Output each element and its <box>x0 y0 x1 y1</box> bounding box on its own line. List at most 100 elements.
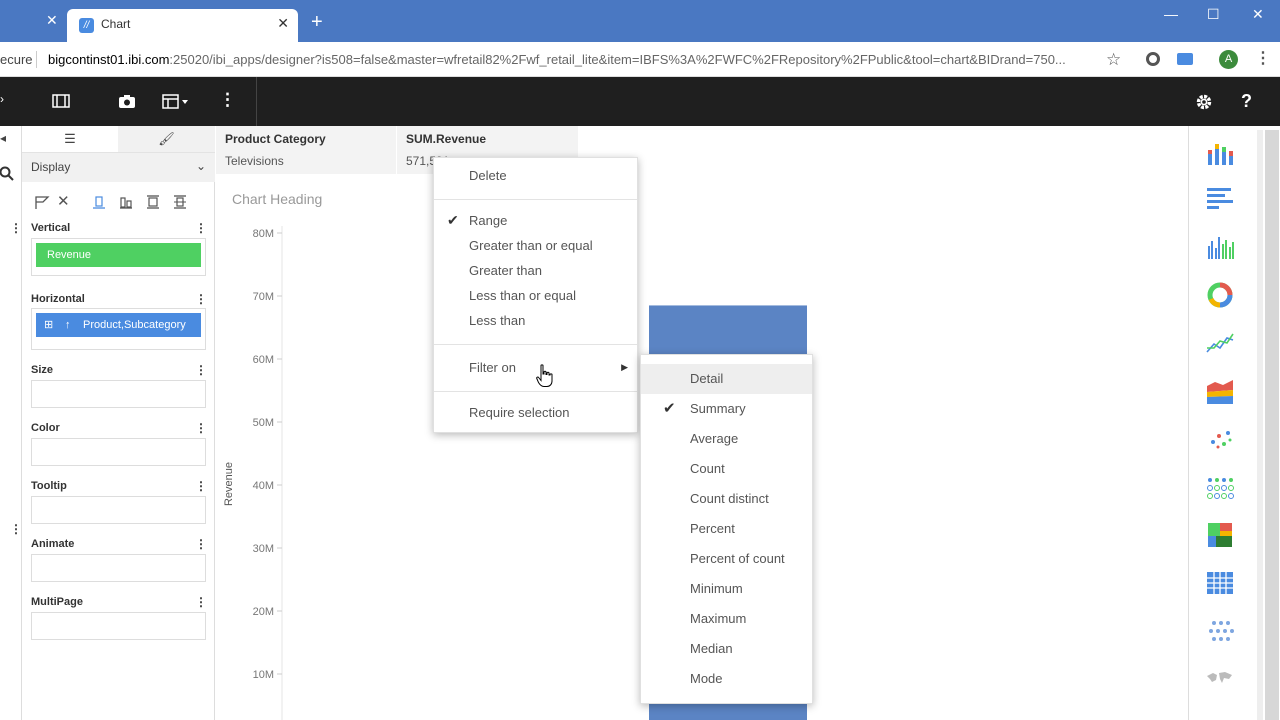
clear-icon[interactable]: ✕ <box>57 192 70 210</box>
area-chart-icon[interactable] <box>1205 376 1235 406</box>
table-grid-icon[interactable] <box>1205 568 1235 598</box>
collapse-arrow-icon[interactable]: ◂ <box>0 131 6 145</box>
menu-item-range[interactable]: ✔ Range <box>434 208 637 233</box>
menu-item-require-selection[interactable]: Require selection <box>434 400 637 425</box>
y-axis-label: Revenue <box>223 461 236 507</box>
prev-tab-close-icon[interactable]: ✕ <box>46 12 58 29</box>
browser-menu-icon[interactable]: ⋮ <box>1255 48 1271 68</box>
chart-heading[interactable]: Chart Heading <box>232 191 322 207</box>
line-chart-icon[interactable] <box>1205 328 1235 358</box>
url-path: :25020/ibi_apps/designer?is508=false&mas… <box>169 52 1066 67</box>
search-icon[interactable] <box>0 166 14 182</box>
size-menu-icon[interactable]: ⋮ <box>195 363 207 377</box>
submenu-item-count-distinct[interactable]: Count distinct <box>641 484 812 514</box>
strip-dots-icon[interactable]: ⋮ <box>10 221 22 235</box>
hierarchy-icon: ⊞ <box>44 319 54 331</box>
layout-dropdown-icon[interactable] <box>162 94 190 109</box>
submenu-item-summary[interactable]: ✔ Summary <box>641 394 812 424</box>
security-label[interactable]: ecure <box>0 52 33 67</box>
multipage-dropzone[interactable] <box>31 612 206 640</box>
align-distribute-icon[interactable] <box>173 194 187 210</box>
tooltip-divider <box>396 126 397 174</box>
tooltip-dropzone[interactable] <box>31 496 206 524</box>
help-icon[interactable]: ? <box>1241 91 1252 112</box>
menu-item-label: Range <box>469 213 508 228</box>
menu-item-greater-than-or-equal[interactable]: Greater than or equal <box>434 233 637 258</box>
tab-query-list[interactable]: ☰ <box>22 126 118 152</box>
product-subcategory-pill[interactable]: ⊞ ↑ Product,Subcategory <box>36 313 201 337</box>
donut-chart-icon[interactable] <box>1205 280 1235 310</box>
tab-close-icon[interactable]: ✕ <box>277 15 289 32</box>
menu-separator <box>434 391 637 392</box>
color-dropzone[interactable] <box>31 438 206 466</box>
y-tick-label: 50M <box>253 417 274 429</box>
submenu-item-label: Percent <box>690 521 735 536</box>
close-window-button[interactable]: ✕ <box>1252 6 1264 23</box>
bookmark-star-icon[interactable]: ☆ <box>1106 50 1121 70</box>
animate-dropzone[interactable] <box>31 554 206 582</box>
menu-item-less-than[interactable]: Less than <box>434 308 637 333</box>
extension-circle-icon[interactable] <box>1146 52 1160 66</box>
menu-item-label: Less than <box>469 313 526 328</box>
tab-favicon-icon: // <box>79 18 94 33</box>
new-tab-button[interactable]: + <box>311 12 323 32</box>
submenu-item-mode[interactable]: Mode <box>641 664 812 694</box>
multipage-menu-icon[interactable]: ⋮ <box>195 595 207 609</box>
panel-tabs: ☰ 🖌 <box>22 126 215 152</box>
size-dropzone[interactable] <box>31 380 206 408</box>
world-map-icon[interactable] <box>1205 664 1235 694</box>
scrollbar-thumb[interactable] <box>1265 130 1279 720</box>
vertical-menu-icon[interactable]: ⋮ <box>195 221 207 235</box>
strip-dots-icon-2[interactable]: ⋮ <box>10 522 22 536</box>
submenu-item-detail[interactable]: Detail <box>641 364 812 394</box>
submenu-item-maximum[interactable]: Maximum <box>641 604 812 634</box>
extension-chat-icon[interactable] <box>1177 53 1193 65</box>
grouped-bar-chart-icon[interactable] <box>1205 232 1235 262</box>
profile-avatar[interactable]: A <box>1219 50 1238 69</box>
bubble-grid-icon[interactable] <box>1205 472 1235 502</box>
menu-item-less-than-or-equal[interactable]: Less than or equal <box>434 283 637 308</box>
more-options-icon[interactable]: ⋮ <box>219 90 236 110</box>
submenu-item-label: Average <box>690 431 739 446</box>
section-tooltip-label: Tooltip <box>31 480 67 492</box>
revenue-field-pill[interactable]: Revenue <box>36 243 201 267</box>
toolbar-edge-icon[interactable]: › <box>0 92 4 106</box>
tab-format[interactable]: 🖌 <box>118 126 215 152</box>
camera-icon[interactable] <box>118 94 136 109</box>
settings-gear-icon[interactable] <box>1195 93 1213 111</box>
submenu-item-percent[interactable]: Percent <box>641 514 812 544</box>
tooltip-menu-icon[interactable]: ⋮ <box>195 479 207 493</box>
treemap-icon[interactable] <box>1205 520 1235 550</box>
url-field[interactable]: bigcontinst01.ibi.com:25020/ibi_apps/des… <box>48 52 1098 67</box>
align-middle-icon[interactable] <box>146 194 160 210</box>
color-menu-icon[interactable]: ⋮ <box>195 421 207 435</box>
horizontal-menu-icon[interactable]: ⋮ <box>195 292 207 306</box>
menu-item-label: Delete <box>469 168 507 183</box>
maximize-button[interactable]: ☐ <box>1207 6 1220 23</box>
submenu-item-percent-of-count[interactable]: Percent of count <box>641 544 812 574</box>
section-multipage-label: MultiPage <box>31 596 83 608</box>
submenu-item-minimum[interactable]: Minimum <box>641 574 812 604</box>
display-dropdown[interactable]: Display ⌄ <box>22 152 215 182</box>
animate-menu-icon[interactable]: ⋮ <box>195 537 207 551</box>
submenu-item-median[interactable]: Median <box>641 634 812 664</box>
submenu-item-label: Count <box>690 461 725 476</box>
stacked-bar-chart-icon[interactable] <box>1205 138 1235 168</box>
horizontal-bar-chart-icon[interactable] <box>1205 184 1235 214</box>
panel-toggle-icon[interactable] <box>52 94 70 108</box>
menu-item-delete[interactable]: Delete <box>434 163 637 188</box>
submenu-item-average[interactable]: Average <box>641 424 812 454</box>
flag-icon[interactable] <box>34 194 50 210</box>
submenu-item-count[interactable]: Count <box>641 454 812 484</box>
dot-matrix-icon[interactable] <box>1205 616 1235 646</box>
tab-chart[interactable]: // Chart ✕ <box>67 9 298 42</box>
menu-item-greater-than[interactable]: Greater than <box>434 258 637 283</box>
app-toolbar: › ⋮ ? <box>0 77 1280 126</box>
bar-align-icon[interactable] <box>119 194 133 210</box>
minimize-button[interactable]: — <box>1164 6 1178 22</box>
display-label: Display <box>31 160 71 174</box>
y-tick-label: 40M <box>253 480 274 492</box>
align-bottom-icon[interactable] <box>92 194 106 210</box>
check-icon: ✔ <box>663 400 676 417</box>
scatter-chart-icon[interactable] <box>1205 424 1235 454</box>
